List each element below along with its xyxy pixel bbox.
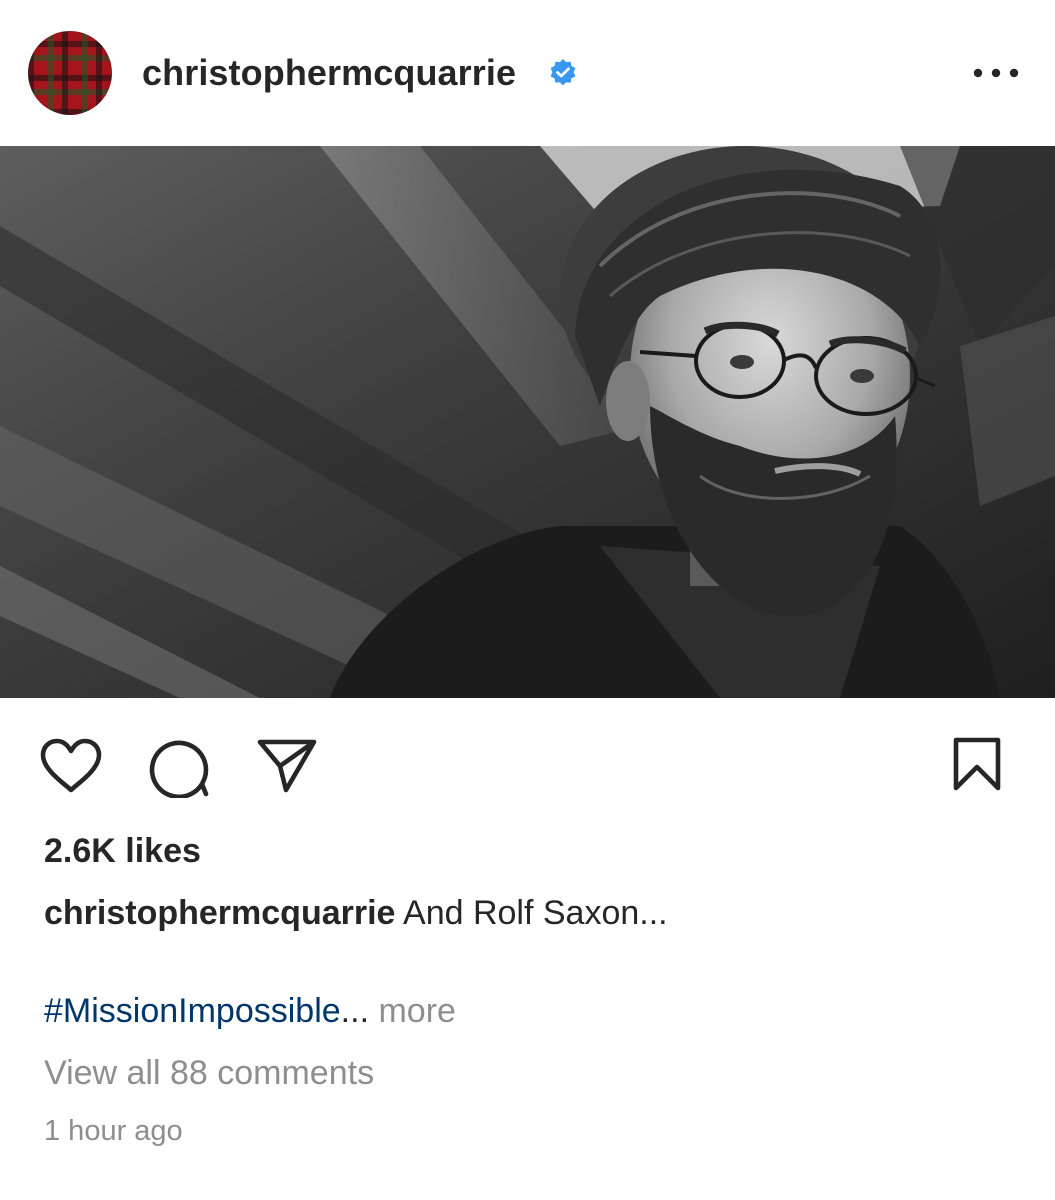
caption-text: And Rolf Saxon... — [403, 894, 668, 932]
comment-icon[interactable] — [148, 738, 210, 798]
action-bar — [0, 698, 1055, 828]
hashtag-link[interactable]: #MissionImpossible — [44, 992, 341, 1030]
likes-count[interactable]: 2.6K likes — [44, 832, 201, 871]
bookmark-icon[interactable] — [952, 736, 1002, 792]
share-icon[interactable] — [256, 738, 318, 794]
caption-more-link[interactable]: more — [378, 992, 455, 1030]
caption: christophermcquarrie And Rolf Saxon... — [44, 894, 668, 933]
caption-username[interactable]: christophermcquarrie — [44, 894, 395, 932]
post-header: christophermcquarrie — [0, 0, 1055, 146]
post-photo[interactable] — [0, 146, 1055, 698]
verified-badge-icon — [550, 59, 576, 86]
post-username[interactable]: christophermcquarrie — [142, 52, 516, 94]
post-timestamp: 1 hour ago — [44, 1115, 183, 1147]
more-horizontal-icon[interactable] — [968, 58, 1024, 88]
profile-avatar[interactable] — [28, 31, 112, 115]
caption-continued: #MissionImpossible... more — [44, 992, 456, 1031]
heart-icon[interactable] — [40, 738, 102, 794]
view-all-comments-link[interactable]: View all 88 comments — [44, 1054, 374, 1093]
caption-ellipsis: ... — [340, 992, 370, 1030]
